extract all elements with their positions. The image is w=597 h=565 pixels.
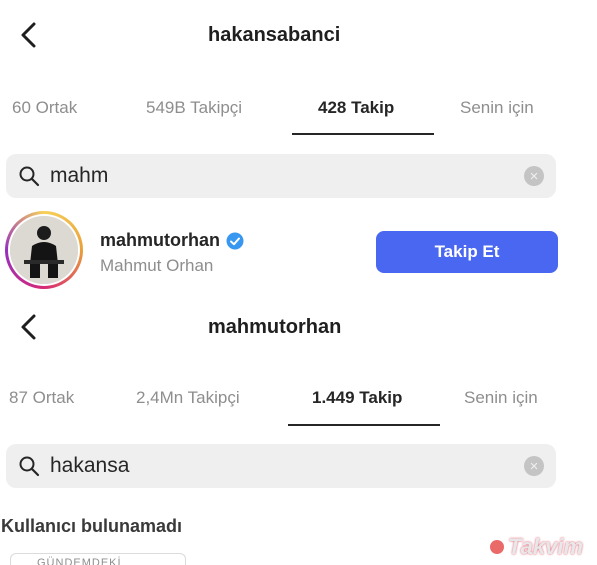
back-arrow-icon (21, 314, 36, 340)
search-icon (19, 456, 40, 477)
watermark-dot-icon (490, 540, 504, 554)
watermark-logo: Takvim (490, 534, 583, 560)
no-user-found-message: Kullanıcı bulunamadı (1, 516, 183, 536)
avatar[interactable] (5, 211, 83, 289)
tab-for-you[interactable]: Senin için (460, 98, 534, 118)
result-username: mahmutorhan (100, 230, 221, 250)
page-title: hakansabanci (208, 24, 341, 46)
tab-for-you-2[interactable]: Senin için (464, 388, 538, 408)
tab-mutual[interactable]: 60 Ortak (12, 98, 77, 118)
active-tab-indicator (292, 133, 434, 135)
tab-followers-2[interactable]: 2,4Mn Takipçi (136, 388, 240, 408)
watermark-text: Takvim (508, 534, 584, 559)
search-bar[interactable]: × (6, 154, 556, 198)
tab-following[interactable]: 428 Takip (318, 98, 394, 118)
profile-photo (10, 216, 78, 284)
back-button-2[interactable] (12, 310, 46, 344)
result-fullname: Mahmut Orhan (100, 256, 214, 275)
back-button[interactable] (12, 18, 46, 52)
search-bar-2[interactable]: × (6, 444, 556, 488)
back-arrow-icon (21, 22, 36, 48)
search-icon (19, 166, 40, 187)
tab-mutual-2[interactable]: 87 Ortak (9, 388, 74, 408)
result-username-row[interactable]: mahmutorhan (100, 230, 244, 251)
verified-badge-icon (226, 232, 244, 249)
active-tab-indicator-2 (288, 424, 440, 426)
tab-following-2[interactable]: 1.449 Takip (312, 388, 402, 408)
tab-followers[interactable]: 549B Takipçi (146, 98, 242, 118)
page-title-2: mahmutorhan (208, 316, 342, 338)
search-input[interactable] (50, 164, 524, 188)
cutoff-button[interactable]: GÜNDEMDEKİ SEÇİMLER (10, 553, 186, 565)
clear-icon[interactable]: × (524, 456, 544, 476)
follow-button[interactable]: Takip Et (376, 231, 558, 273)
search-input-2[interactable] (50, 454, 524, 478)
clear-icon[interactable]: × (524, 166, 544, 186)
